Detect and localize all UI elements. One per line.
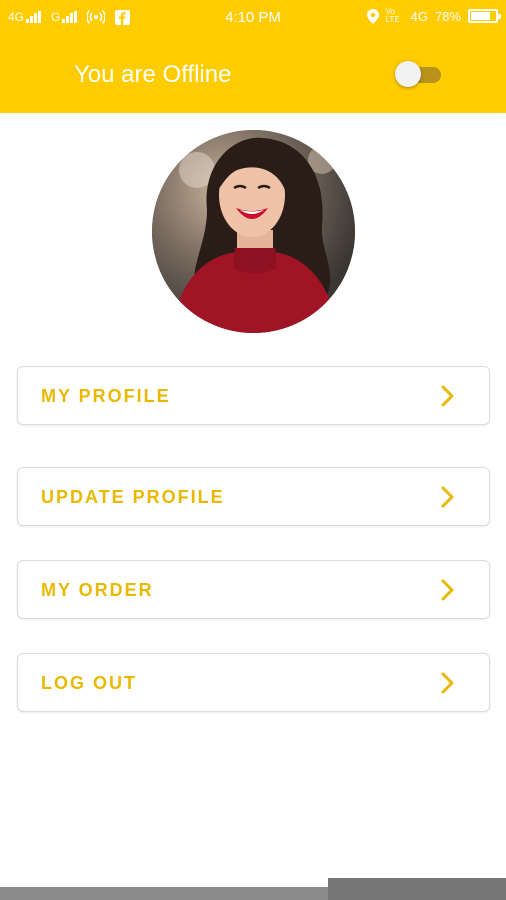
chevron-right-icon <box>441 486 454 508</box>
volte-label: Vo LTE <box>385 7 400 24</box>
profile-photo <box>152 130 355 333</box>
menu-item-label: LOG OUT <box>41 673 137 693</box>
battery-percent: 78% <box>434 8 461 24</box>
menu-item-label: MY ORDER <box>41 580 154 600</box>
location-icon <box>366 8 379 24</box>
menu-item-update-profile[interactable]: UPDATE PROFILE <box>17 467 490 526</box>
menu-item-label: MY PROFILE <box>41 386 171 406</box>
battery-fill <box>471 12 490 20</box>
chevron-right-icon <box>441 385 454 407</box>
menu-item-log-out[interactable]: LOG OUT <box>17 653 490 712</box>
online-toggle[interactable] <box>395 61 441 87</box>
status-bar: 4G G 4:10 PM Vo LTE 4G 78% <box>0 0 506 36</box>
toggle-thumb[interactable] <box>395 61 421 87</box>
app-bar: You are Offline <box>0 36 506 113</box>
battery-icon <box>468 9 501 23</box>
network-type-label: 4G <box>410 8 428 24</box>
menu-item-my-profile[interactable]: MY PROFILE <box>17 366 490 425</box>
profile-avatar <box>152 130 355 333</box>
bottom-nav-bar <box>328 878 506 900</box>
menu-item-label: UPDATE PROFILE <box>41 487 225 507</box>
menu-item-my-order[interactable]: MY ORDER <box>17 560 490 619</box>
bottom-nav-bar <box>0 887 328 900</box>
chevron-right-icon <box>441 672 454 694</box>
offline-status-title: You are Offline <box>74 61 232 88</box>
chevron-right-icon <box>441 579 454 601</box>
